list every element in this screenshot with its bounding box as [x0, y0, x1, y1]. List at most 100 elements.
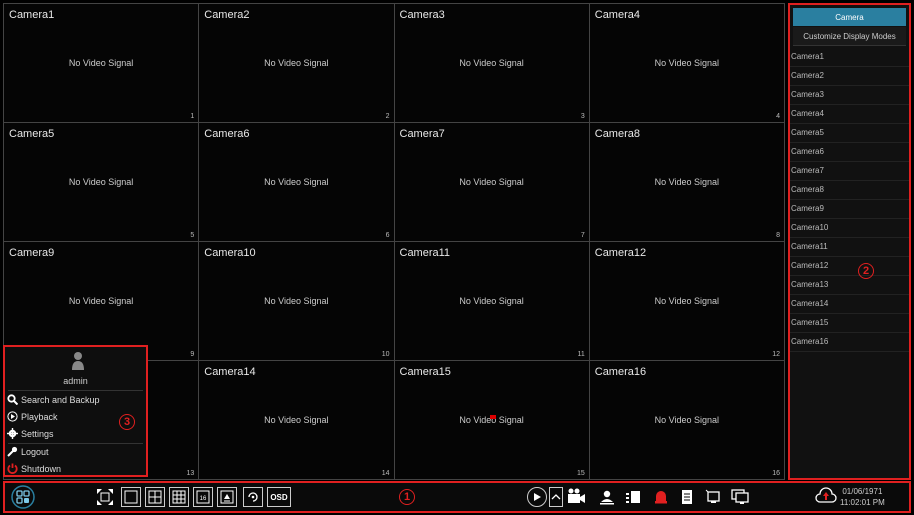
camera-list-item[interactable]: Camera12	[790, 257, 909, 276]
alarm-siren-icon	[655, 491, 667, 504]
camera-tile-status: No Video Signal	[654, 296, 720, 306]
system-clock: 01/06/1971 11:02:01 PM	[840, 486, 885, 508]
camera-tile-name: Camera11	[399, 247, 451, 259]
monitor-button[interactable]	[729, 487, 751, 507]
cloud-upload-icon	[815, 487, 837, 503]
camera-tile-status: No Video Signal	[654, 177, 720, 187]
camera-tile-name: Camera14	[204, 366, 256, 378]
camera-tile[interactable]: Camera10 No Video Signal 10	[199, 242, 394, 360]
camera-list-item[interactable]: Camera4	[790, 105, 909, 124]
network-button[interactable]	[703, 487, 723, 507]
record-button[interactable]	[565, 487, 587, 507]
layout-9-button[interactable]	[169, 487, 189, 507]
shutdown-label: Shutdown	[21, 463, 62, 474]
camera-list-item[interactable]: Camera1	[790, 48, 909, 67]
user-avatar-icon	[72, 352, 84, 370]
camera-tile-number: 9	[190, 351, 195, 358]
layout-16-button[interactable]: 16	[193, 487, 213, 507]
camera-tile[interactable]: Camera16 No Video Signal 16	[589, 361, 784, 479]
search-and-backup-item[interactable]: Search and Backup	[7, 394, 100, 405]
camera-tile-name: Camera6	[204, 128, 250, 140]
camera-tile-status: No Video Signal	[68, 177, 134, 187]
camera-list: Camera1 Camera2 Camera3 Camera4 Camera5 Camer…	[790, 48, 909, 352]
camera-tile-number: 11	[577, 351, 585, 358]
event-list-button[interactable]	[623, 487, 643, 507]
camera-tile-name: Camera2	[204, 9, 250, 21]
settings-item[interactable]: Settings	[7, 428, 54, 439]
clock-date: 01/06/1971	[842, 487, 883, 496]
nine-screen-icon	[172, 490, 186, 504]
camera-tile-status: No Video Signal	[264, 415, 329, 425]
camera-list-item[interactable]: Camera16	[790, 333, 909, 352]
single-screen-icon	[124, 490, 138, 504]
fullscreen-button[interactable]	[95, 487, 115, 507]
start-menu-button[interactable]	[11, 485, 35, 509]
refresh-button[interactable]	[243, 487, 263, 507]
camera-tile[interactable]: Camera7 No Video Signal 7	[394, 123, 589, 241]
osd-button[interactable]: OSD	[267, 487, 291, 507]
camera-list-item[interactable]: Camera15	[790, 314, 909, 333]
camera-tile-name: Camera9	[9, 247, 55, 259]
alarm-status-button[interactable]	[651, 487, 671, 507]
camera-tile-name: Camera8	[594, 128, 640, 140]
camera-tile-status: No Video Signal	[68, 58, 134, 68]
expand-up-button[interactable]	[549, 487, 563, 507]
cloud-upgrade-button[interactable]	[815, 486, 837, 506]
layout-4-button[interactable]	[145, 487, 165, 507]
camera-tile-number: 14	[381, 470, 390, 477]
camera-tile[interactable]: Camera14 No Video Signal 14	[199, 361, 394, 479]
camera-tile[interactable]: Camera3 No Video Signal 3	[394, 4, 589, 122]
search-and-backup-label: Search and Backup	[21, 394, 100, 405]
disk-info-button[interactable]	[677, 487, 697, 507]
camera-tile[interactable]: Camera15 No Video Signal 15	[394, 361, 589, 479]
sixteen-screen-icon: 16	[196, 490, 210, 504]
camera-list-item[interactable]: Camera10	[790, 219, 909, 238]
camera-tile-name: Camera15	[399, 366, 451, 378]
camera-record-icon	[568, 488, 585, 503]
camera-list-item[interactable]: Camera2	[790, 67, 909, 86]
camera-list-item[interactable]: Camera11	[790, 238, 909, 257]
camera-list-item[interactable]: Camera13	[790, 276, 909, 295]
camera-tile[interactable]: Camera2 No Video Signal 2	[199, 4, 394, 122]
shutdown-item[interactable]: Shutdown	[7, 463, 61, 474]
annotation-badge-1: 1	[399, 489, 415, 505]
camera-tile[interactable]: Camera9 No Video Signal 9	[4, 242, 199, 360]
camera-tile-number: 6	[385, 232, 390, 239]
recording-indicator-icon	[489, 415, 496, 420]
key-icon	[7, 446, 18, 457]
camera-tile[interactable]: Camera5 No Video Signal 5	[4, 123, 199, 241]
annotation-badge-2: 2	[858, 263, 874, 279]
layout-1-button[interactable]	[121, 487, 141, 507]
chevron-up-icon	[551, 494, 561, 500]
camera-list-item[interactable]: Camera14	[790, 295, 909, 314]
logout-item[interactable]: Logout	[7, 446, 49, 457]
list-icon	[626, 491, 640, 503]
camera-list-item[interactable]: Camera7	[790, 162, 909, 181]
playback-button[interactable]	[527, 487, 547, 507]
fullscreen-icon	[97, 489, 113, 505]
svg-text:16: 16	[200, 496, 207, 502]
camera-tile-name: Camera12	[594, 247, 647, 259]
sequence-view-button[interactable]	[217, 487, 237, 507]
username-label: admin	[63, 376, 88, 386]
camera-tile[interactable]: Camera11 No Video Signal 11	[394, 242, 589, 360]
camera-list-item[interactable]: Camera6	[790, 143, 909, 162]
camera-list-item[interactable]: Camera5	[790, 124, 909, 143]
manual-alarm-button[interactable]	[597, 487, 617, 507]
tab-camera[interactable]: Camera	[793, 8, 906, 26]
camera-tile[interactable]: Camera12 No Video Signal 12	[589, 242, 784, 360]
camera-tile[interactable]: Camera8 No Video Signal 8	[589, 123, 784, 241]
camera-list-item[interactable]: Camera3	[790, 86, 909, 105]
camera-tile-name: Camera1	[9, 9, 55, 21]
camera-tile-number: 5	[190, 232, 195, 239]
quad-screen-icon	[148, 490, 162, 504]
camera-list-item[interactable]: Camera9	[790, 200, 909, 219]
camera-tile-status: No Video Signal	[264, 58, 329, 68]
camera-list-item[interactable]: Camera8	[790, 181, 909, 200]
camera-tile[interactable]: Camera6 No Video Signal 6	[199, 123, 394, 241]
camera-tile-number: 13	[186, 470, 195, 477]
playback-item[interactable]: Playback	[7, 411, 58, 422]
tab-customize-display-modes[interactable]: Customize Display Modes	[793, 27, 906, 46]
camera-tile[interactable]: Camera4 No Video Signal 4	[589, 4, 784, 122]
camera-tile[interactable]: Camera1 No Video Signal 1	[4, 4, 199, 122]
